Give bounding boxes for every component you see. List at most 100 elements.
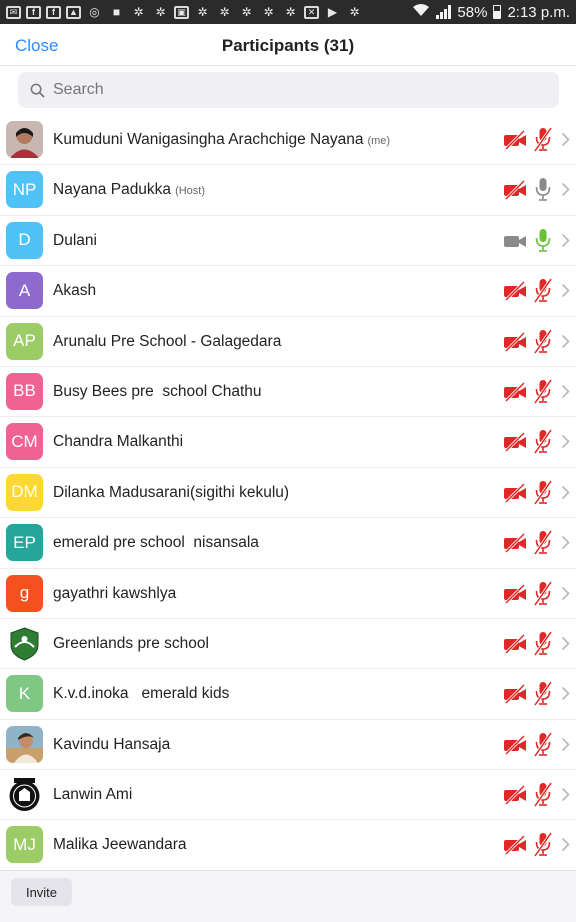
mic-muted-icon bbox=[533, 631, 553, 656]
participant-name: Greenlands pre school bbox=[53, 635, 209, 653]
participant-row[interactable]: K K.v.d.inoka emerald kids bbox=[0, 669, 576, 720]
microphone-icon bbox=[533, 177, 553, 202]
participant-row[interactable]: EP emerald pre school nisansala bbox=[0, 518, 576, 569]
video-off-icon bbox=[503, 331, 527, 352]
participant-row[interactable]: CM Chandra Malkanthi bbox=[0, 417, 576, 468]
chevron-right-icon[interactable] bbox=[561, 837, 570, 852]
participant-row[interactable]: NP Nayana Padukka (Host) bbox=[0, 165, 576, 216]
video-icon: ■ bbox=[112, 5, 121, 19]
facebook-icon: f bbox=[26, 5, 41, 19]
search-icon bbox=[30, 83, 45, 97]
avatar bbox=[6, 776, 43, 814]
participant-row[interactable]: Greenlands pre school bbox=[0, 619, 576, 670]
chevron-right-icon[interactable] bbox=[561, 686, 570, 701]
app-icon: ✲ bbox=[285, 5, 296, 19]
participant-name-text: Greenlands pre school bbox=[53, 634, 209, 652]
avatar: NP bbox=[6, 171, 43, 209]
avatar: D bbox=[6, 221, 43, 259]
participant-name: K.v.d.inoka emerald kids bbox=[53, 685, 229, 703]
avatar: g bbox=[6, 574, 43, 612]
participant-row[interactable]: MJ Malika Jeewandara bbox=[0, 820, 576, 871]
facebook-icon: f bbox=[46, 5, 61, 19]
chevron-right-icon[interactable] bbox=[561, 334, 570, 349]
participant-name-text: Akash bbox=[53, 282, 97, 300]
video-off-icon bbox=[503, 684, 527, 705]
mic-muted-icon bbox=[533, 580, 553, 606]
chevron-right-icon[interactable] bbox=[561, 737, 570, 752]
app-icon: ✲ bbox=[263, 5, 274, 19]
signal-icon bbox=[436, 5, 452, 19]
battery-text: 58% bbox=[457, 3, 488, 21]
page-title: Participants (31) bbox=[221, 36, 355, 55]
participant-name-text: Kumuduni Wanigasingha Arachchige Nayana bbox=[53, 131, 364, 148]
mic-muted-icon bbox=[533, 530, 553, 555]
participant-name-text: Dulani bbox=[53, 231, 97, 249]
participant-name-text: Lanwin Ami bbox=[53, 786, 133, 804]
avatar: MJ bbox=[6, 826, 43, 864]
participant-name: Nayana Padukka (Host) bbox=[53, 181, 205, 199]
chevron-right-icon[interactable] bbox=[561, 636, 570, 651]
chevron-right-icon[interactable] bbox=[561, 586, 570, 601]
participant-row[interactable]: BB Busy Bees pre school Chathu bbox=[0, 367, 576, 418]
gallery-icon: ▲ bbox=[66, 5, 81, 19]
avatar bbox=[6, 624, 43, 662]
app-icon: ✲ bbox=[197, 5, 208, 19]
participant-row[interactable]: A Akash bbox=[0, 266, 576, 317]
close-notification-icon: ✕ bbox=[304, 5, 319, 19]
participant-row[interactable]: D Dulani bbox=[0, 216, 576, 267]
chevron-right-icon[interactable] bbox=[561, 485, 570, 500]
role-tag: (Host) bbox=[175, 185, 206, 198]
participant-name-text: Chandra Malkanthi bbox=[53, 433, 184, 451]
video-off-icon bbox=[503, 633, 527, 654]
role-tag: (me) bbox=[367, 135, 391, 147]
app-icon: ▣ bbox=[174, 5, 189, 19]
mic-muted-icon bbox=[533, 681, 553, 707]
participant-row[interactable]: DM Dilanka Madusarani(sigithi kekulu) bbox=[0, 468, 576, 519]
mic-muted-icon bbox=[533, 731, 553, 757]
video-off-icon bbox=[503, 734, 527, 755]
chevron-right-icon[interactable] bbox=[561, 787, 570, 802]
chevron-right-icon[interactable] bbox=[561, 535, 570, 550]
video-off-icon bbox=[503, 482, 527, 503]
participant-row[interactable]: g gayathri kawshlya bbox=[0, 569, 576, 619]
search-input[interactable] bbox=[53, 81, 533, 99]
chevron-right-icon[interactable] bbox=[561, 132, 570, 147]
avatar: EP bbox=[6, 524, 43, 562]
avatar bbox=[6, 121, 43, 158]
participant-list: Kumuduni Wanigasingha Arachchige Nayana(… bbox=[0, 115, 576, 871]
wifi-icon bbox=[412, 3, 430, 21]
participants-screen: ✉ f f ▲ ◎ ■ ✲ ✲ ▣ ✲ ✲ ✲ ✲ ✲ ✕ ▶ ✲ 58% 2:… bbox=[0, 0, 576, 922]
avatar bbox=[6, 725, 43, 763]
mic-muted-icon bbox=[533, 379, 553, 404]
video-camera-icon bbox=[503, 231, 527, 251]
avatar: A bbox=[6, 272, 43, 310]
participant-name-text: Busy Bees pre school Chathu bbox=[53, 382, 262, 400]
participant-row[interactable]: Kavindu Hansaja bbox=[0, 720, 576, 771]
chevron-right-icon[interactable] bbox=[561, 283, 570, 298]
email-icon: ✉ bbox=[6, 5, 21, 19]
video-off-icon bbox=[503, 533, 527, 554]
chevron-right-icon[interactable] bbox=[561, 233, 570, 248]
video-off-icon bbox=[503, 281, 527, 302]
participant-row[interactable]: Kumuduni Wanigasingha Arachchige Nayana(… bbox=[0, 115, 576, 166]
participant-name: Arunalu Pre School - Galagedara bbox=[53, 333, 281, 351]
mic-muted-icon bbox=[533, 479, 553, 505]
avatar: CM bbox=[6, 423, 43, 461]
chevron-right-icon[interactable] bbox=[561, 384, 570, 399]
participant-row[interactable]: Lanwin Ami bbox=[0, 770, 576, 821]
avatar: AP bbox=[6, 322, 43, 360]
participant-name-text: Nayana Padukka bbox=[53, 181, 172, 199]
app-icon: ✲ bbox=[219, 5, 230, 19]
video-off-icon bbox=[503, 129, 527, 151]
participant-name: emerald pre school nisansala bbox=[53, 534, 259, 552]
video-off-icon bbox=[503, 835, 527, 856]
participant-name: Dilanka Madusarani(sigithi kekulu) bbox=[53, 484, 289, 502]
participant-row[interactable]: AP Arunalu Pre School - Galagedara bbox=[0, 317, 576, 367]
invite-button[interactable]: Invite bbox=[11, 878, 72, 906]
chevron-right-icon[interactable] bbox=[561, 434, 570, 449]
participant-name: Dulani bbox=[53, 232, 97, 250]
video-off-icon bbox=[503, 583, 527, 604]
chevron-right-icon[interactable] bbox=[561, 182, 570, 197]
video-off-icon bbox=[503, 432, 527, 453]
search-bar[interactable] bbox=[18, 72, 559, 108]
